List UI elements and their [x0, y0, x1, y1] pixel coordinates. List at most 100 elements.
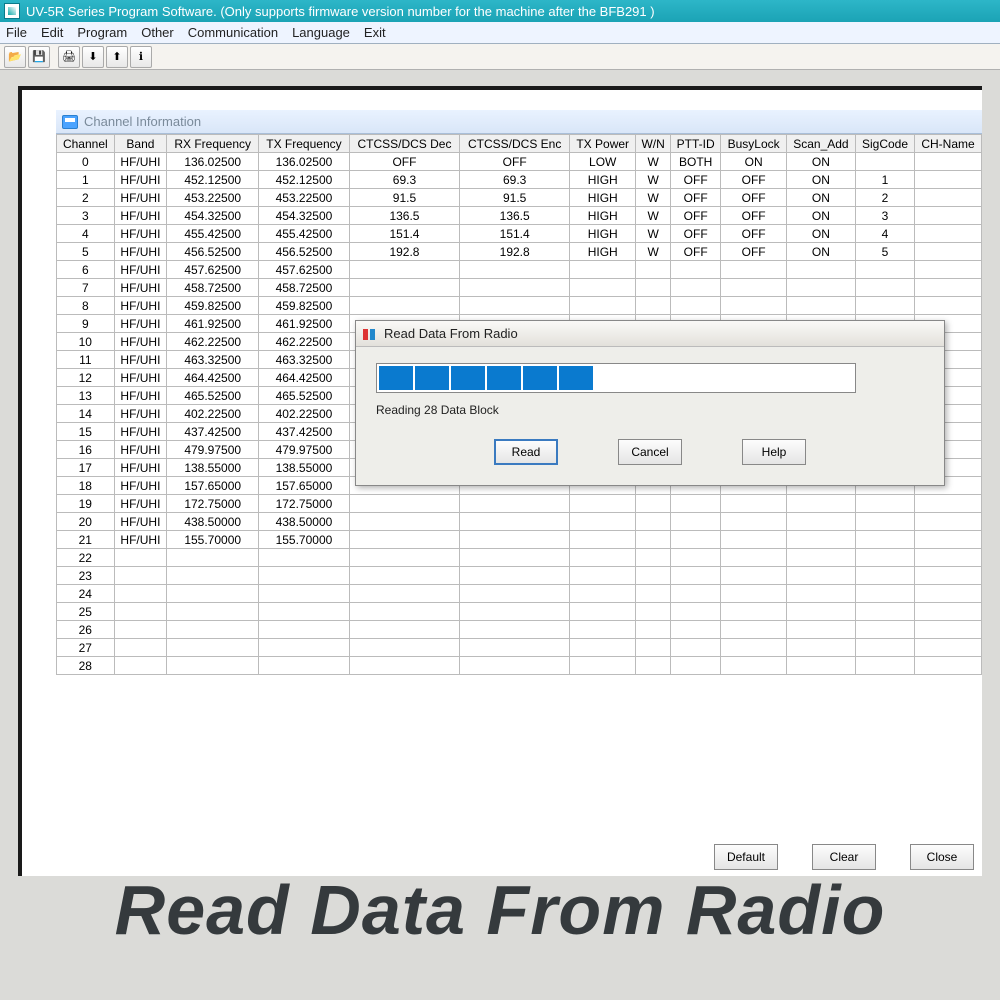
cell-ch[interactable]: 0 [57, 153, 115, 171]
table-row[interactable]: 20HF/UHI438.50000438.50000 [57, 513, 982, 531]
cell-name[interactable] [915, 225, 982, 243]
read-button[interactable]: Read [494, 439, 558, 465]
cell-name[interactable] [915, 513, 982, 531]
cell-band[interactable] [114, 603, 167, 621]
info-icon[interactable]: ℹ [130, 46, 152, 68]
col-header[interactable]: PTT-ID [670, 135, 720, 153]
cell-tx[interactable]: 155.70000 [259, 531, 350, 549]
cell-ptt[interactable] [670, 549, 720, 567]
cell-dec[interactable] [349, 549, 460, 567]
cell-rx[interactable]: 464.42500 [167, 369, 259, 387]
cell-ch[interactable]: 14 [57, 405, 115, 423]
cell-wn[interactable]: W [636, 189, 671, 207]
cell-tx[interactable] [259, 549, 350, 567]
cell-band[interactable] [114, 567, 167, 585]
cell-rx[interactable] [167, 567, 259, 585]
table-row[interactable]: 26 [57, 621, 982, 639]
cell-band[interactable]: HF/UHI [114, 369, 167, 387]
col-header[interactable]: CTCSS/DCS Dec [349, 135, 460, 153]
cell-pwr[interactable] [570, 261, 636, 279]
cell-tx[interactable] [259, 657, 350, 675]
col-header[interactable]: RX Frequency [167, 135, 259, 153]
clear-button[interactable]: Clear [812, 844, 876, 870]
cell-tx[interactable]: 402.22500 [259, 405, 350, 423]
cell-scan[interactable] [786, 261, 855, 279]
cell-ptt[interactable] [670, 279, 720, 297]
cell-wn[interactable] [636, 495, 671, 513]
cell-ch[interactable]: 18 [57, 477, 115, 495]
cell-enc[interactable] [460, 603, 570, 621]
cell-busy[interactable] [721, 495, 786, 513]
cell-busy[interactable] [721, 639, 786, 657]
cell-enc[interactable] [460, 279, 570, 297]
cell-busy[interactable]: OFF [721, 189, 786, 207]
cell-enc[interactable] [460, 585, 570, 603]
cell-pwr[interactable]: HIGH [570, 243, 636, 261]
cell-tx[interactable]: 455.42500 [259, 225, 350, 243]
cell-band[interactable]: HF/UHI [114, 423, 167, 441]
menu-other[interactable]: Other [141, 25, 174, 40]
cell-sig[interactable]: 5 [855, 243, 914, 261]
cell-tx[interactable] [259, 603, 350, 621]
cell-pwr[interactable] [570, 279, 636, 297]
cell-enc[interactable]: OFF [460, 153, 570, 171]
table-row[interactable]: 6HF/UHI457.62500457.62500 [57, 261, 982, 279]
cell-ptt[interactable]: BOTH [670, 153, 720, 171]
cell-ch[interactable]: 27 [57, 639, 115, 657]
cell-enc[interactable]: 136.5 [460, 207, 570, 225]
cell-scan[interactable]: ON [786, 225, 855, 243]
cell-dec[interactable]: 91.5 [349, 189, 460, 207]
default-button[interactable]: Default [714, 844, 778, 870]
cell-tx[interactable]: 437.42500 [259, 423, 350, 441]
cell-scan[interactable] [786, 657, 855, 675]
table-row[interactable]: 4HF/UHI455.42500455.42500151.4151.4HIGHW… [57, 225, 982, 243]
print-icon[interactable]: 🖨 [58, 46, 80, 68]
cell-tx[interactable] [259, 585, 350, 603]
cell-pwr[interactable] [570, 297, 636, 315]
col-header[interactable]: SigCode [855, 135, 914, 153]
cell-ch[interactable]: 22 [57, 549, 115, 567]
cell-scan[interactable]: ON [786, 171, 855, 189]
cell-band[interactable]: HF/UHI [114, 171, 167, 189]
cell-busy[interactable]: OFF [721, 207, 786, 225]
cell-scan[interactable]: ON [786, 189, 855, 207]
cell-busy[interactable] [721, 549, 786, 567]
table-row[interactable]: 1HF/UHI452.12500452.1250069.369.3HIGHWOF… [57, 171, 982, 189]
menu-file[interactable]: File [6, 25, 27, 40]
cell-pwr[interactable] [570, 549, 636, 567]
cell-enc[interactable] [460, 567, 570, 585]
cell-sig[interactable] [855, 279, 914, 297]
cell-ch[interactable]: 1 [57, 171, 115, 189]
table-row[interactable]: 28 [57, 657, 982, 675]
cell-band[interactable]: HF/UHI [114, 513, 167, 531]
read-icon[interactable]: ⬇ [82, 46, 104, 68]
cell-dec[interactable] [349, 297, 460, 315]
cell-band[interactable] [114, 639, 167, 657]
cell-name[interactable] [915, 603, 982, 621]
cell-rx[interactable] [167, 621, 259, 639]
cell-band[interactable] [114, 657, 167, 675]
table-row[interactable]: 0HF/UHI136.02500136.02500OFFOFFLOWWBOTHO… [57, 153, 982, 171]
cell-ch[interactable]: 21 [57, 531, 115, 549]
cell-pwr[interactable]: HIGH [570, 225, 636, 243]
cell-ch[interactable]: 5 [57, 243, 115, 261]
cell-name[interactable] [915, 657, 982, 675]
cell-scan[interactable] [786, 531, 855, 549]
cell-tx[interactable] [259, 567, 350, 585]
cell-sig[interactable] [855, 531, 914, 549]
cell-name[interactable] [915, 531, 982, 549]
col-header[interactable]: CH-Name [915, 135, 982, 153]
cell-ptt[interactable] [670, 657, 720, 675]
cell-rx[interactable]: 462.22500 [167, 333, 259, 351]
cell-sig[interactable] [855, 153, 914, 171]
table-row[interactable]: 22 [57, 549, 982, 567]
cell-name[interactable] [915, 243, 982, 261]
cell-tx[interactable] [259, 621, 350, 639]
cell-band[interactable]: HF/UHI [114, 459, 167, 477]
cell-busy[interactable] [721, 585, 786, 603]
col-header[interactable]: Band [114, 135, 167, 153]
cell-dec[interactable] [349, 531, 460, 549]
cell-ch[interactable]: 9 [57, 315, 115, 333]
menu-communication[interactable]: Communication [188, 25, 278, 40]
cell-enc[interactable] [460, 261, 570, 279]
